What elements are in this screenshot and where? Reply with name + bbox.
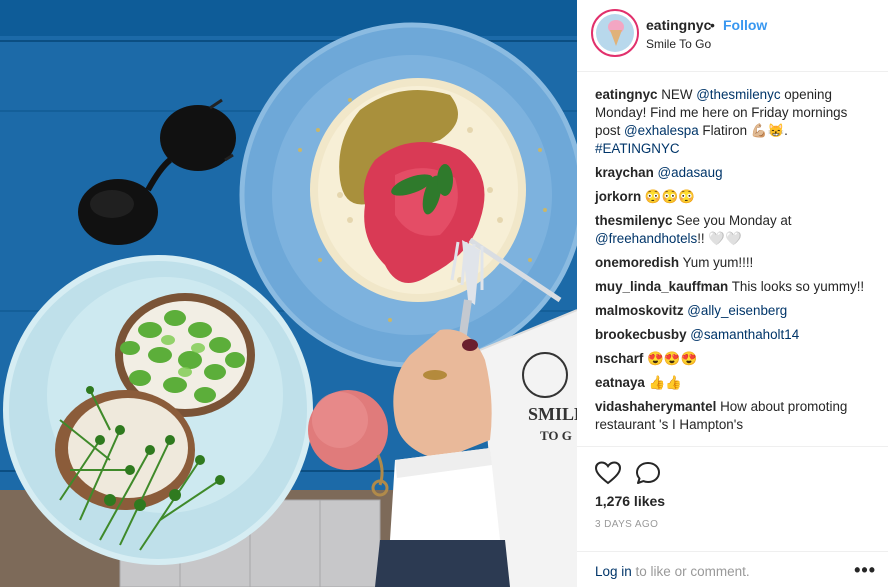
food-photo-illustration: SMILE TO G <box>0 0 577 587</box>
login-row: Log in to like or comment. ••• <box>577 551 888 587</box>
comment-text-after: !! 🤍🤍 <box>697 231 742 246</box>
comment-username[interactable]: vidashaherymantel <box>595 399 716 414</box>
comment-item: thesmilenyc See you Monday at @freehandh… <box>595 212 873 248</box>
comments-list[interactable]: eatingnyc NEW @thesmilenyc opening Monda… <box>595 86 873 440</box>
caption-hashtag[interactable]: #EATINGNYC <box>595 141 680 156</box>
ice-cream-avatar-icon <box>596 14 634 52</box>
post-timestamp[interactable]: 3 DAYS AGO <box>595 519 658 530</box>
login-prompt: Log in to like or comment. <box>595 564 750 579</box>
comment-mention[interactable]: @freehandhotels <box>595 231 697 246</box>
comment-mention[interactable]: @samanthaholt14 <box>690 327 799 342</box>
comment-text: This looks so yummy!! <box>731 279 865 294</box>
comment-username[interactable]: nscharf <box>595 351 643 366</box>
comment-username[interactable]: eatnaya <box>595 375 645 390</box>
post-photo[interactable]: SMILE TO G <box>0 0 577 587</box>
comment-text: 👍👍 <box>648 375 682 390</box>
post-header: eatingnyc • Follow Smile To Go <box>577 0 888 72</box>
bag-text-1: SMILE <box>528 404 577 424</box>
comment-text: Yum yum!!!! <box>682 255 754 270</box>
comment-text: See you Monday at <box>676 213 792 228</box>
comment-text: 😳😳😳 <box>644 189 695 204</box>
caption-username[interactable]: eatingnyc <box>595 87 658 102</box>
header-separator: • <box>710 17 715 33</box>
comment-item: kraychan @adasaug <box>595 164 873 182</box>
caption-mention-exhalespa[interactable]: @exhalespa <box>624 123 699 138</box>
caption-text-0: NEW <box>661 87 697 102</box>
comment-item: nscharf 😍😍😍 <box>595 350 873 368</box>
comment-username[interactable]: malmoskovitz <box>595 303 684 318</box>
login-link[interactable]: Log in <box>595 564 632 579</box>
login-prompt-text: to like or comment. <box>631 564 750 579</box>
comment-mention[interactable]: @adasaug <box>658 165 723 180</box>
comment-username[interactable]: brookecbusby <box>595 327 687 342</box>
comment-username[interactable]: jorkorn <box>595 189 641 204</box>
comment-username[interactable]: onemoredish <box>595 255 679 270</box>
header-username[interactable]: eatingnyc <box>646 17 711 33</box>
caption: eatingnyc NEW @thesmilenyc opening Monda… <box>595 86 873 158</box>
comment-username[interactable]: thesmilenyc <box>595 213 672 228</box>
comment-username[interactable]: kraychan <box>595 165 654 180</box>
post-sidebar: eatingnyc • Follow Smile To Go eatingnyc… <box>577 0 888 587</box>
post-actions: 1,276 likes 3 DAYS AGO Log in to like or… <box>577 446 888 586</box>
comment-item: jorkorn 😳😳😳 <box>595 188 873 206</box>
comment-item: malmoskovitz @ally_eisenberg <box>595 302 873 320</box>
comment-item: onemoredish Yum yum!!!! <box>595 254 873 272</box>
left-plate <box>3 255 313 565</box>
comment-mention[interactable]: @ally_eisenberg <box>687 303 787 318</box>
comment-item: brookecbusby @samanthaholt14 <box>595 326 873 344</box>
comment-icon[interactable] <box>635 461 661 485</box>
caption-mention-thesmilenyc[interactable]: @thesmilenyc <box>696 87 780 102</box>
comment-username[interactable]: muy_linda_kauffman <box>595 279 728 294</box>
comment-item: muy_linda_kauffman This looks so yummy!! <box>595 278 873 296</box>
heart-icon[interactable] <box>595 461 621 485</box>
like-count[interactable]: 1,276 likes <box>595 493 665 509</box>
caption-text-4: Flatiron 💪🏼😸. <box>698 123 788 138</box>
more-options-icon[interactable]: ••• <box>854 560 876 581</box>
avatar[interactable] <box>591 9 639 57</box>
right-plate <box>239 22 577 368</box>
follow-button[interactable]: Follow <box>723 17 767 33</box>
comment-item: eatnaya 👍👍 <box>595 374 873 392</box>
comment-item: vidashaherymantel How about promoting re… <box>595 398 873 434</box>
comment-text: 😍😍😍 <box>647 351 698 366</box>
location-link[interactable]: Smile To Go <box>646 37 711 51</box>
bag-text-2: TO G <box>540 428 572 443</box>
